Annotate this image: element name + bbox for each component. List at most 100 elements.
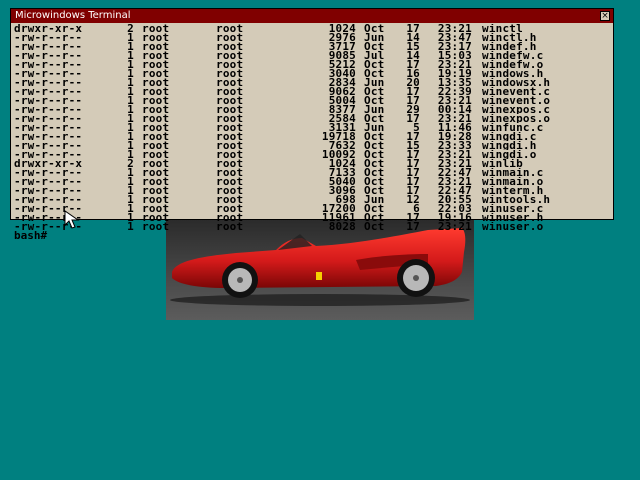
- shell-prompt[interactable]: bash#: [14, 230, 610, 241]
- terminal-line: -rw-r--r-- 1 root root 8377 Jun 29 00:14 winexpo…: [14, 105, 610, 114]
- file-time: 23:33: [437, 141, 472, 150]
- terminal-line: -rw-r--r-- 1 root root 7632 Oct 15 23:33 wingdi.…: [14, 141, 610, 150]
- file-month: Oct: [364, 114, 385, 123]
- file-day: 17: [406, 150, 420, 159]
- file-name: wingdi.o: [482, 150, 537, 159]
- file-name: windefw.c: [482, 51, 544, 60]
- terminal-window[interactable]: Microwindows Terminal × drwxr-xr-x 2 root r…: [10, 8, 614, 241]
- file-name: winexpos.c: [482, 105, 551, 114]
- file-owner: root: [142, 78, 170, 87]
- file-links: 1: [127, 222, 134, 231]
- file-perm: -rw-r--r--: [14, 42, 83, 51]
- file-size: 698: [335, 195, 356, 204]
- file-links: 1: [127, 33, 134, 42]
- file-perm: -rw-r--r--: [14, 168, 83, 177]
- file-day: 15: [406, 42, 420, 51]
- file-links: 1: [127, 78, 134, 87]
- file-owner: root: [142, 96, 170, 105]
- file-day: 29: [406, 105, 420, 114]
- file-size: 2976: [328, 33, 356, 42]
- file-size: 2584: [328, 114, 356, 123]
- file-name: wingdi.h: [482, 141, 537, 150]
- file-group: root: [216, 42, 244, 51]
- file-size: 9062: [328, 87, 356, 96]
- file-group: root: [216, 69, 244, 78]
- file-day: 17: [406, 213, 420, 222]
- file-perm: -rw-r--r--: [14, 60, 83, 69]
- file-day: 15: [406, 141, 420, 150]
- file-perm: drwxr-xr-x: [14, 24, 83, 33]
- terminal-line: -rw-r--r-- 1 root root 698 Jun 12 20:55 wintools…: [14, 195, 610, 204]
- file-month: Oct: [364, 204, 385, 213]
- file-day: 17: [406, 24, 420, 33]
- file-month: Oct: [364, 186, 385, 195]
- file-owner: root: [142, 168, 170, 177]
- file-day: 17: [406, 168, 420, 177]
- file-name: winterm.h: [482, 186, 544, 195]
- file-month: Oct: [364, 177, 385, 186]
- terminal-line: -rw-r--r-- 1 root root 5040 Oct 17 23:21 winmain…: [14, 177, 610, 186]
- file-links: 1: [127, 132, 134, 141]
- file-size: 2834: [328, 78, 356, 87]
- file-links: 1: [127, 186, 134, 195]
- file-owner: root: [142, 87, 170, 96]
- file-size: 17200: [321, 204, 356, 213]
- file-group: root: [216, 51, 244, 60]
- file-owner: root: [142, 69, 170, 78]
- file-size: 3717: [328, 42, 356, 51]
- file-group: root: [216, 114, 244, 123]
- terminal-line: -rw-r--r-- 1 root root 17200 Oct 6 22:03 winuser…: [14, 204, 610, 213]
- file-name: windowsx.h: [482, 78, 551, 87]
- file-month: Oct: [364, 87, 385, 96]
- file-time: 15:03: [437, 51, 472, 60]
- file-perm: -rw-r--r--: [14, 114, 83, 123]
- file-name: wintools.h: [482, 195, 551, 204]
- file-perm: -rw-r--r--: [14, 195, 83, 204]
- terminal-line: -rw-r--r-- 1 root root 9062 Oct 17 22:39 wineven…: [14, 87, 610, 96]
- file-time: 13:35: [437, 78, 472, 87]
- terminal-line: -rw-r--r-- 1 root root 9085 Jul 14 15:03 windefw…: [14, 51, 610, 60]
- file-size: 7632: [328, 141, 356, 150]
- terminal-line: drwxr-xr-x 2 root root 1024 Oct 17 23:21 winctl: [14, 24, 610, 33]
- file-time: 23:21: [437, 114, 472, 123]
- file-owner: root: [142, 204, 170, 213]
- file-size: 8377: [328, 105, 356, 114]
- file-time: 22:47: [437, 186, 472, 195]
- file-perm: -rw-r--r--: [14, 96, 83, 105]
- file-day: 17: [406, 114, 420, 123]
- file-owner: root: [142, 105, 170, 114]
- file-month: Jun: [364, 105, 385, 114]
- file-links: 1: [127, 51, 134, 60]
- file-links: 1: [127, 87, 134, 96]
- terminal-output[interactable]: drwxr-xr-x 2 root root 1024 Oct 17 23:21 winctl -…: [11, 23, 613, 241]
- file-perm: -rw-r--r--: [14, 105, 83, 114]
- file-size: 8028: [328, 222, 356, 231]
- file-owner: root: [142, 60, 170, 69]
- file-month: Oct: [364, 132, 385, 141]
- file-perm: -rw-r--r--: [14, 141, 83, 150]
- terminal-line: drwxr-xr-x 2 root root 1024 Oct 17 23:21 winlib: [14, 159, 610, 168]
- file-size: 3040: [328, 69, 356, 78]
- file-time: 19:19: [437, 69, 472, 78]
- close-icon[interactable]: ×: [600, 11, 610, 21]
- file-day: 6: [413, 204, 420, 213]
- file-perm: -rw-r--r--: [14, 69, 83, 78]
- file-day: 14: [406, 51, 420, 60]
- file-time: 23:21: [437, 159, 472, 168]
- file-group: root: [216, 204, 244, 213]
- file-name: wingdi.c: [482, 132, 537, 141]
- file-owner: root: [142, 141, 170, 150]
- file-time: 22:47: [437, 168, 472, 177]
- file-perm: -rw-r--r--: [14, 87, 83, 96]
- terminal-line: -rw-r--r-- 1 root root 3096 Oct 17 22:47 winterm…: [14, 186, 610, 195]
- terminal-line: -rw-r--r-- 1 root root 11961 Oct 17 19:16 winuse…: [14, 213, 610, 222]
- title-bar[interactable]: Microwindows Terminal ×: [11, 9, 613, 23]
- file-month: Jun: [364, 195, 385, 204]
- file-month: Jun: [364, 78, 385, 87]
- file-group: root: [216, 123, 244, 132]
- file-owner: root: [142, 213, 170, 222]
- file-day: 17: [406, 132, 420, 141]
- file-owner: root: [142, 177, 170, 186]
- file-perm: -rw-r--r--: [14, 33, 83, 42]
- file-name: winuser.o: [482, 222, 544, 231]
